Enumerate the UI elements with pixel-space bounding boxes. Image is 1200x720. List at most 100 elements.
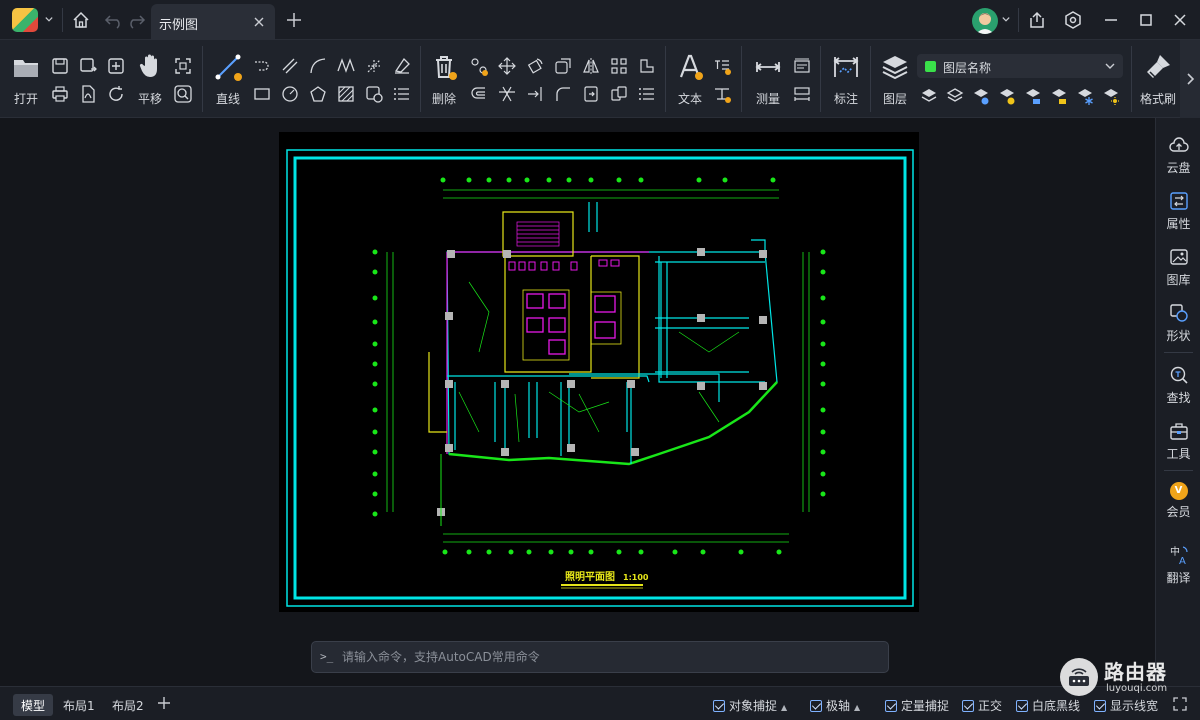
scale-icon[interactable] [553, 56, 573, 76]
save-icon[interactable] [50, 56, 70, 76]
minimize-icon[interactable] [1101, 10, 1121, 30]
app-logo-icon[interactable] [12, 8, 38, 32]
more-draw-icon[interactable] [392, 84, 412, 104]
chevron-down-icon[interactable] [1001, 16, 1011, 24]
layer-button[interactable]: 图层 [875, 50, 915, 110]
annotate-button[interactable]: 标注 [826, 50, 866, 110]
toggle-label: 显示线宽 [1110, 699, 1159, 713]
layer-unlock-icon[interactable] [1049, 86, 1069, 106]
chevron-up-icon[interactable]: ▲ [854, 703, 860, 712]
sidebar-item-shape[interactable]: 形状 [1156, 296, 1200, 348]
sidebar-item-translate[interactable]: 中A 翻译 [1156, 538, 1200, 590]
extend-icon[interactable] [525, 84, 545, 104]
sidebar-item-tools[interactable]: 工具 [1156, 414, 1200, 466]
spline-icon[interactable] [336, 56, 356, 76]
hatch-icon[interactable] [336, 84, 356, 104]
command-input[interactable] [342, 647, 882, 667]
layer-unisolate-icon[interactable] [945, 86, 965, 106]
zoom-window-icon[interactable] [173, 84, 193, 104]
stretch-icon[interactable] [637, 56, 657, 76]
ribbon-scroll-right[interactable] [1180, 40, 1200, 118]
sidebar-item-search[interactable]: 查找 [1156, 358, 1200, 410]
layer-on-icon[interactable] [997, 86, 1017, 106]
floor-plan-drawing: 照明平面图 1:100 [286, 149, 914, 607]
layer-freeze-icon[interactable] [1075, 86, 1095, 106]
new-file-icon[interactable] [106, 56, 126, 76]
close-icon[interactable] [251, 14, 267, 30]
text-tool-button[interactable]: 文本 [670, 50, 710, 110]
revcloud-icon[interactable] [392, 56, 412, 76]
join-icon[interactable] [609, 84, 629, 104]
copy-icon[interactable] [469, 56, 489, 76]
point-icon[interactable] [364, 56, 384, 76]
toggle-ortho[interactable]: 正交 [962, 697, 1002, 713]
rectangle-icon[interactable] [252, 84, 272, 104]
undo-icon[interactable] [104, 10, 124, 30]
tab-layout1[interactable]: 布局1 [55, 694, 103, 716]
add-tab-icon[interactable] [284, 10, 304, 30]
trim-icon[interactable] [497, 84, 517, 104]
delete-button[interactable]: 删除 [424, 50, 464, 110]
sidebar-item-label: 形状 [1166, 329, 1191, 343]
mirror-icon[interactable] [581, 56, 601, 76]
refresh-icon[interactable] [106, 84, 126, 104]
close-window-icon[interactable] [1170, 10, 1190, 30]
polygon-icon[interactable] [308, 84, 328, 104]
print-icon[interactable] [50, 84, 70, 104]
offset-icon[interactable] [469, 84, 489, 104]
tab-model[interactable]: 模型 [13, 694, 54, 716]
home-icon[interactable] [71, 10, 91, 30]
share-icon[interactable] [1027, 10, 1047, 30]
distance-measure-icon[interactable] [792, 84, 812, 104]
measure-button[interactable]: 测量 [748, 50, 788, 110]
explode-icon[interactable] [581, 84, 601, 104]
sidebar-item-cloud[interactable]: 云盘 [1156, 128, 1200, 180]
settings-icon[interactable] [1063, 10, 1083, 30]
checkbox-icon [713, 700, 725, 712]
cad-drawing-sheet[interactable]: 照明平面图 1:100 [279, 132, 919, 612]
parallel-line-icon[interactable] [280, 56, 300, 76]
avatar[interactable] [972, 8, 998, 34]
mtext-icon[interactable] [712, 56, 732, 76]
chevron-down-icon[interactable] [44, 16, 54, 24]
sidebar-item-vip[interactable]: V 会员 [1156, 476, 1200, 528]
polyline-icon[interactable] [252, 56, 272, 76]
maximize-icon[interactable] [1136, 10, 1156, 30]
pan-button[interactable]: 平移 [130, 50, 170, 110]
tab-layout2[interactable]: 布局2 [104, 694, 152, 716]
toggle-grid-snap[interactable]: 定量捕捉 [885, 697, 949, 713]
array-icon[interactable] [609, 56, 629, 76]
toggle-object-snap[interactable]: 对象捕捉 ▲ [713, 697, 787, 713]
layer-off-icon[interactable] [971, 86, 991, 106]
fillet-icon[interactable] [553, 84, 573, 104]
block-icon[interactable] [364, 84, 384, 104]
layer-select[interactable]: 图层名称 [917, 54, 1123, 78]
open-button[interactable]: 打开 [6, 50, 46, 110]
command-line[interactable]: >_ [311, 641, 889, 673]
format-brush-button[interactable]: 格式刷 [1138, 50, 1178, 110]
toggle-label: 极轴 [826, 699, 851, 713]
sidebar-item-properties[interactable]: 属性 [1156, 184, 1200, 236]
arc-icon[interactable] [308, 56, 328, 76]
layer-lock-icon[interactable] [1023, 86, 1043, 106]
text-style-icon[interactable] [712, 84, 732, 104]
layer-thaw-icon[interactable] [1101, 86, 1121, 106]
circle-icon[interactable] [280, 84, 300, 104]
layer-color-swatch [925, 61, 936, 72]
pdf-export-icon[interactable] [78, 84, 98, 104]
line-tool-button[interactable]: 直线 [208, 50, 248, 110]
tab-drawing[interactable]: 示例图 [151, 4, 275, 40]
more-modify-icon[interactable] [637, 84, 657, 104]
chevron-up-icon[interactable]: ▲ [781, 703, 787, 712]
toggle-polar[interactable]: 极轴 ▲ [810, 697, 860, 713]
drawing-canvas[interactable]: 照明平面图 1:100 [0, 118, 1155, 686]
move-icon[interactable] [497, 56, 517, 76]
zoom-extents-icon[interactable] [173, 56, 193, 76]
area-measure-icon[interactable] [792, 56, 812, 76]
rotate-icon[interactable] [525, 56, 545, 76]
redo-icon[interactable] [126, 10, 146, 30]
add-layout-icon[interactable] [156, 695, 172, 711]
sidebar-item-gallery[interactable]: 图库 [1156, 240, 1200, 292]
save-as-icon[interactable] [78, 56, 98, 76]
layer-isolate-icon[interactable] [919, 86, 939, 106]
